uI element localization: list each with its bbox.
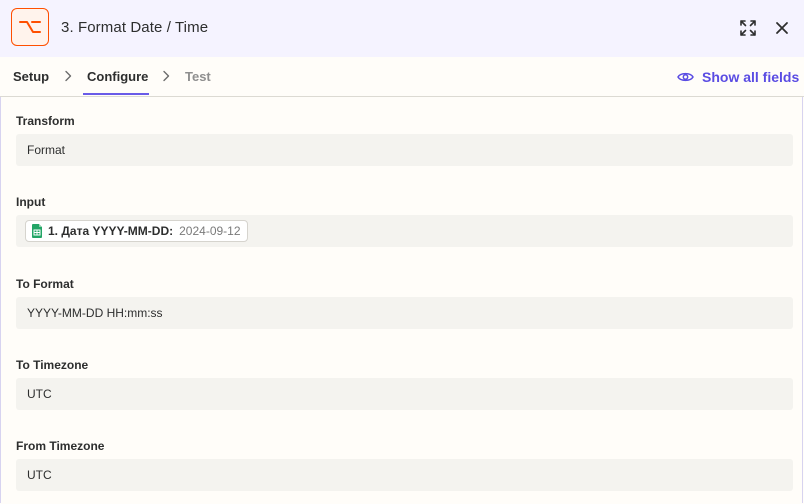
close-button[interactable] [770,16,794,40]
step-title: 3. Format Date / Time [61,19,209,36]
mapped-value-pill[interactable]: 1. Дата YYYY-MM-DD: 2024-09-12 [25,220,248,242]
from-timezone-value: UTC [27,468,52,482]
transform-label: Transform [16,114,75,128]
active-tab-indicator [83,93,149,95]
to-timezone-label: To Timezone [16,358,89,372]
to-timezone-value: UTC [27,387,52,401]
show-all-fields-button[interactable]: Show all fields [677,68,799,86]
to-format-value: YYYY-MM-DD HH:mm:ss [27,306,163,320]
to-format-label: To Format [16,277,74,291]
google-sheets-icon [32,224,42,238]
eye-icon [677,72,694,82]
close-icon [776,22,788,34]
panel-header: 3. Format Date / Time [0,0,804,57]
formatter-icon [11,8,49,46]
to-timezone-field[interactable]: UTC [16,378,793,410]
tab-setup[interactable]: Setup [13,69,49,84]
from-timezone-label: From Timezone [16,439,105,453]
expand-button[interactable] [736,16,760,40]
chevron-right-icon [65,70,72,82]
input-label: Input [16,195,46,209]
chevron-right-icon [163,70,170,82]
transform-field[interactable]: Format [16,134,793,166]
pill-value: 2024-09-12 [179,224,241,238]
input-field[interactable]: 1. Дата YYYY-MM-DD: 2024-09-12 [16,215,793,247]
expand-icon [740,20,756,36]
from-timezone-field[interactable]: UTC [16,459,793,491]
tab-configure[interactable]: Configure [87,69,148,84]
show-all-fields-label: Show all fields [702,69,800,85]
step-tabs: Setup Configure Test Show all fields [0,57,804,97]
to-format-field[interactable]: YYYY-MM-DD HH:mm:ss [16,297,793,329]
tab-test[interactable]: Test [185,69,211,84]
transform-value: Format [27,143,66,157]
pill-label: 1. Дата YYYY-MM-DD: [48,224,174,238]
